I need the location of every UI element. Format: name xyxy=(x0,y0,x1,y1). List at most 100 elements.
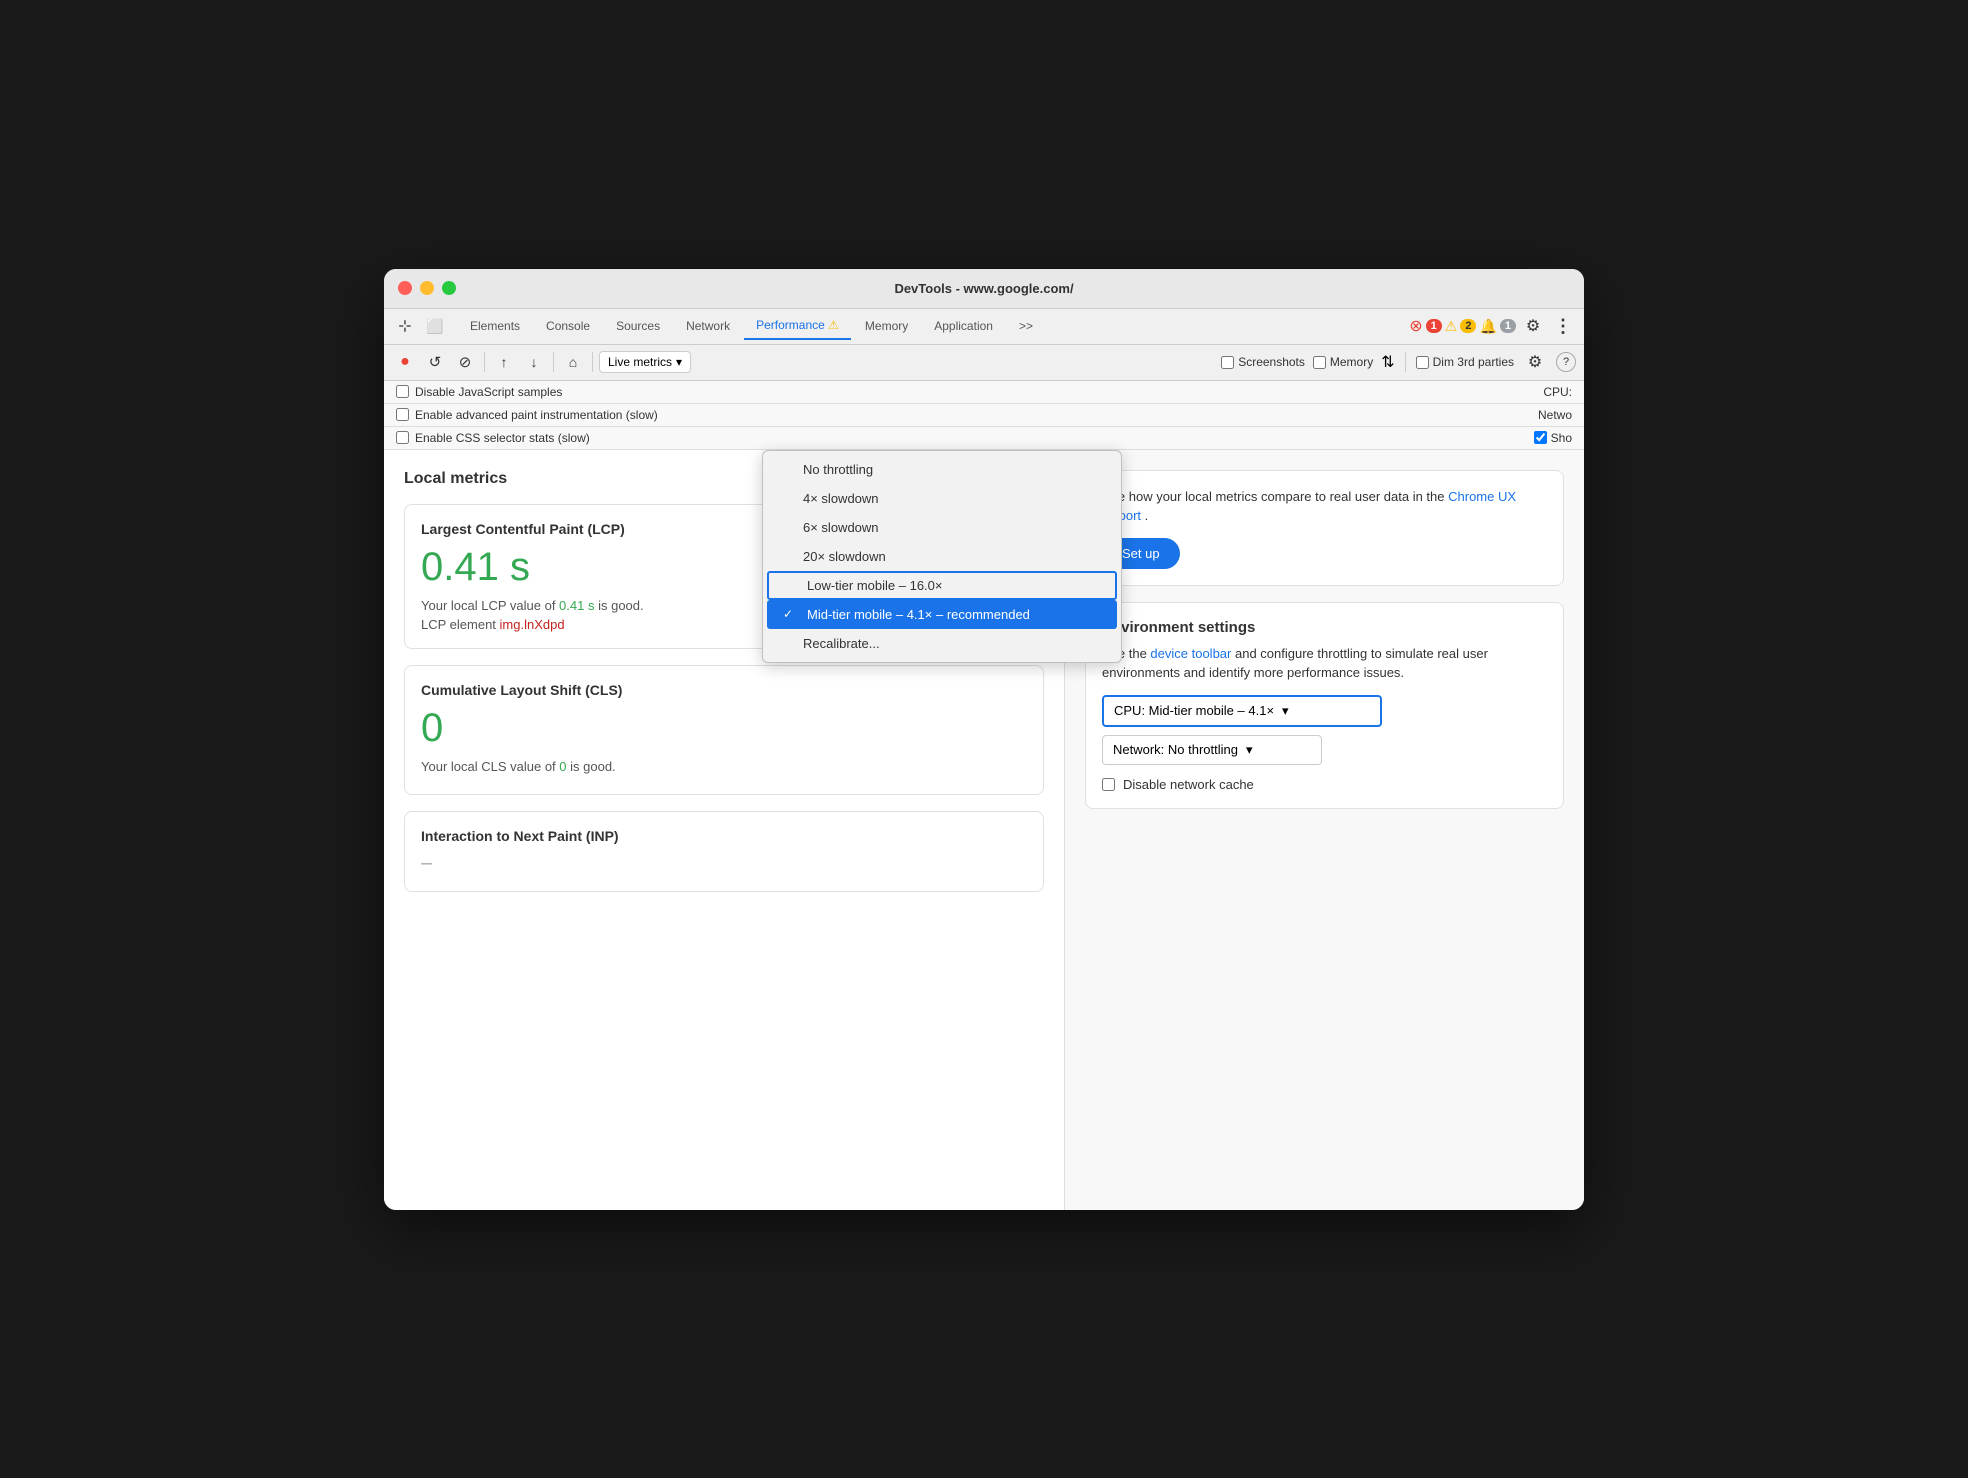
disable-cache-checkbox[interactable] xyxy=(1102,778,1115,791)
separator-1 xyxy=(484,352,485,372)
record-button[interactable]: ● xyxy=(392,349,418,375)
dropdown-item-no-throttling[interactable]: No throttling xyxy=(763,455,1121,484)
main-content: Local metrics Largest Contentful Paint (… xyxy=(384,450,1584,1210)
cpu-label: CPU: xyxy=(1543,385,1572,399)
inp-card: Interaction to Next Paint (INP) – xyxy=(404,811,1044,892)
tab-console[interactable]: Console xyxy=(534,313,602,339)
enable-css-label: Enable CSS selector stats (slow) xyxy=(415,431,590,445)
dropdown-arrow-icon: ▾ xyxy=(676,355,682,369)
info-badge: 1 xyxy=(1500,319,1516,333)
home-button[interactable]: ⌂ xyxy=(560,349,586,375)
dropdown-option-mid-tier: Mid-tier mobile – 4.1× – recommended xyxy=(807,607,1030,622)
ux-report-text: See how your local metrics compare to re… xyxy=(1102,487,1547,526)
devtools-window: DevTools - www.google.com/ ⊹ ⬜ Elements … xyxy=(384,269,1584,1210)
disable-js-samples-label: Disable JavaScript samples xyxy=(415,385,562,399)
dropdown-item-low-tier[interactable]: Low-tier mobile – 16.0× xyxy=(767,571,1117,600)
separator-4 xyxy=(1405,352,1406,372)
settings-row-3: Enable CSS selector stats (slow) Sho xyxy=(384,427,1584,450)
cls-title: Cumulative Layout Shift (CLS) xyxy=(421,682,1027,698)
window-title: DevTools - www.google.com/ xyxy=(894,281,1073,296)
cpu-dropdown-icon: ▾ xyxy=(1282,703,1289,719)
checkmark-icon: ✓ xyxy=(783,607,799,621)
tab-sources[interactable]: Sources xyxy=(604,313,672,339)
lcp-element-name: img.lnXdpd xyxy=(500,617,565,632)
cls-desc-value: 0 xyxy=(559,759,566,774)
disable-cache-label[interactable]: Disable network cache xyxy=(1102,777,1547,792)
toolbar-right: Screenshots Memory ⇅ Dim 3rd parties ⚙ ? xyxy=(1221,349,1576,375)
enable-css-checkbox[interactable]: Enable CSS selector stats (slow) xyxy=(396,431,590,445)
lcp-desc-value: 0.41 s xyxy=(559,598,594,613)
dim3rd-checkbox[interactable]: Dim 3rd parties xyxy=(1416,355,1514,369)
help-button[interactable]: ? xyxy=(1556,352,1576,372)
dropdown-option-20x: 20× slowdown xyxy=(803,549,886,564)
more-options-button[interactable]: ⋮ xyxy=(1550,313,1576,339)
show-checkbox[interactable] xyxy=(1534,431,1547,444)
device-icon[interactable]: ⬜ xyxy=(422,313,448,339)
badge-group: ⊗ 1 ⚠ 2 🔔 1 xyxy=(1409,316,1516,336)
cpu-select-text: CPU: Mid-tier mobile – 4.1× xyxy=(1114,703,1274,718)
reload-button[interactable]: ↺ xyxy=(422,349,448,375)
clear-button[interactable]: ⊘ xyxy=(452,349,478,375)
warning-badge: 2 xyxy=(1460,319,1476,333)
dropdown-item-recalibrate[interactable]: Recalibrate... xyxy=(763,629,1121,658)
live-metrics-select[interactable]: Live metrics ▾ xyxy=(599,351,691,373)
enable-paint-label: Enable advanced paint instrumentation (s… xyxy=(415,408,658,422)
tab-bar: ⊹ ⬜ Elements Console Sources Network Per… xyxy=(384,309,1584,345)
network-label-abbr: Netwo xyxy=(1538,408,1572,422)
download-button[interactable]: ↓ xyxy=(521,349,547,375)
tab-memory[interactable]: Memory xyxy=(853,313,920,339)
screenshots-label: Screenshots xyxy=(1238,355,1305,369)
cls-desc: Your local CLS value of 0 is good. xyxy=(421,759,1027,774)
dim3rd-label: Dim 3rd parties xyxy=(1433,355,1514,369)
cpu-select[interactable]: CPU: Mid-tier mobile – 4.1× ▾ xyxy=(1102,695,1382,727)
devtools-settings-button[interactable]: ⚙ xyxy=(1520,313,1546,339)
dropdown-item-4x[interactable]: 4× slowdown xyxy=(763,484,1121,513)
network-select-text: Network: No throttling xyxy=(1113,742,1238,757)
settings-row-1: Disable JavaScript samples CPU: xyxy=(384,381,1584,404)
traffic-lights xyxy=(398,281,456,295)
screenshots-checkbox[interactable]: Screenshots xyxy=(1221,355,1305,369)
dropdown-item-mid-tier[interactable]: ✓ Mid-tier mobile – 4.1× – recommended xyxy=(767,600,1117,629)
show-label: Sho xyxy=(1551,431,1572,445)
toolbar-settings-button[interactable]: ⚙ xyxy=(1522,349,1548,375)
network-select[interactable]: Network: No throttling ▾ xyxy=(1102,735,1322,765)
memory-label: Memory xyxy=(1330,355,1373,369)
ux-report-card: See how your local metrics compare to re… xyxy=(1085,470,1564,586)
cls-card: Cumulative Layout Shift (CLS) 0 Your loc… xyxy=(404,665,1044,795)
live-metrics-label: Live metrics xyxy=(608,355,672,369)
tab-network[interactable]: Network xyxy=(674,313,742,339)
titlebar: DevTools - www.google.com/ xyxy=(384,269,1584,309)
memory-checkbox[interactable]: Memory xyxy=(1313,355,1373,369)
minimize-button[interactable] xyxy=(420,281,434,295)
close-button[interactable] xyxy=(398,281,412,295)
inp-value: – xyxy=(421,852,1027,875)
throttle-icon: ⇅ xyxy=(1381,352,1394,372)
disable-js-samples-checkbox[interactable]: Disable JavaScript samples xyxy=(396,385,562,399)
dropdown-item-20x[interactable]: 20× slowdown xyxy=(763,542,1121,571)
env-desc: Use the device toolbar and configure thr… xyxy=(1102,644,1547,683)
tab-elements[interactable]: Elements xyxy=(458,313,532,339)
upload-button[interactable]: ↑ xyxy=(491,349,517,375)
toolbar: ● ↺ ⊘ ↑ ↓ ⌂ Live metrics ▾ Screenshots M… xyxy=(384,345,1584,381)
tab-application[interactable]: Application xyxy=(922,313,1005,339)
dropdown-item-6x[interactable]: 6× slowdown xyxy=(763,513,1121,542)
dropdown-option-6x: 6× slowdown xyxy=(803,520,879,535)
maximize-button[interactable] xyxy=(442,281,456,295)
cls-value: 0 xyxy=(421,706,1027,751)
cpu-dropdown-menu[interactable]: No throttling 4× slowdown 6× slowdown 20… xyxy=(762,450,1122,663)
separator-2 xyxy=(553,352,554,372)
device-toolbar-link[interactable]: device toolbar xyxy=(1150,646,1231,661)
inspect-icon[interactable]: ⊹ xyxy=(392,313,418,339)
right-panel: See how your local metrics compare to re… xyxy=(1064,450,1584,1210)
enable-paint-checkbox[interactable]: Enable advanced paint instrumentation (s… xyxy=(396,408,658,422)
separator-3 xyxy=(592,352,593,372)
error-badge: 1 xyxy=(1426,319,1442,333)
settings-row-2: Enable advanced paint instrumentation (s… xyxy=(384,404,1584,427)
dropdown-option-recalibrate: Recalibrate... xyxy=(803,636,880,651)
inp-title: Interaction to Next Paint (INP) xyxy=(421,828,1027,844)
tab-more[interactable]: >> xyxy=(1007,313,1045,339)
dropdown-option-low-tier: Low-tier mobile – 16.0× xyxy=(807,578,943,593)
network-dropdown-icon: ▾ xyxy=(1246,742,1253,758)
dropdown-option-no-throttling: No throttling xyxy=(803,462,873,477)
tab-performance[interactable]: Performance ⚠ xyxy=(744,312,851,340)
